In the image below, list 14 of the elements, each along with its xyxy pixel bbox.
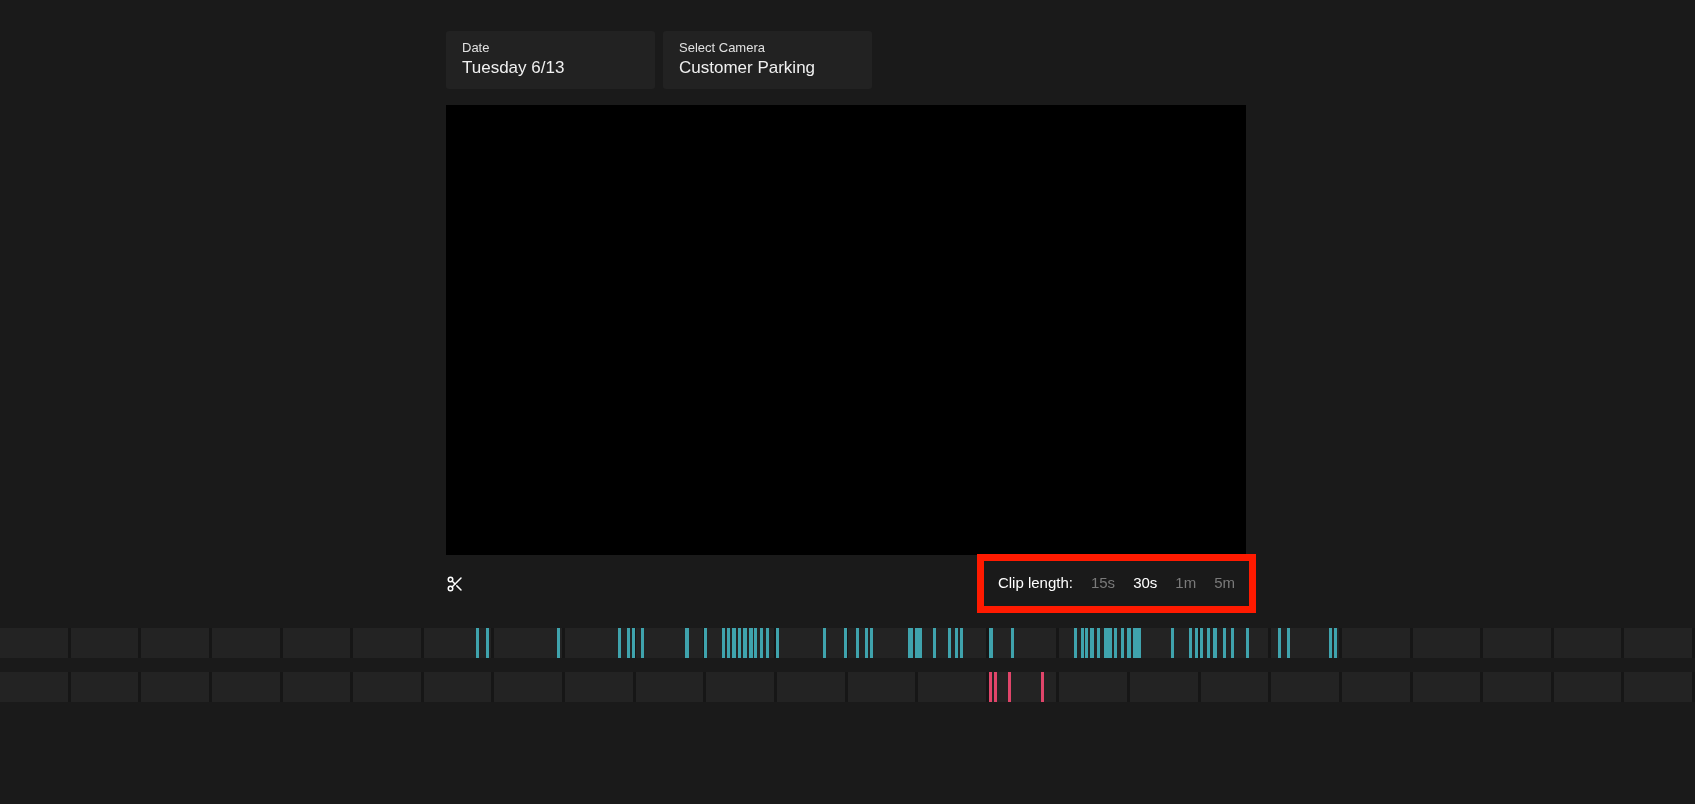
field-value: Tuesday 6/13: [462, 57, 566, 79]
timeline-track[interactable]: [0, 628, 1695, 658]
clip-length-option[interactable]: 1m: [1175, 572, 1197, 595]
dropdown-field[interactable]: Select Camera Customer Parking: [663, 31, 872, 89]
field-label: Select Camera: [679, 40, 766, 56]
clip-length-option[interactable]: 30s: [1133, 572, 1158, 595]
timeline-track[interactable]: [0, 672, 1695, 702]
field-value: Customer Parking: [679, 57, 817, 79]
dropdown-field[interactable]: Date Tuesday 6/13: [446, 31, 655, 89]
scissors-icon[interactable]: [446, 574, 464, 593]
field-label: Date: [462, 40, 491, 56]
clip-length-option[interactable]: 5m: [1214, 572, 1235, 595]
clip-length-label: Clip length:: [997, 573, 1073, 594]
clip-length-option[interactable]: 15s: [1090, 572, 1116, 595]
